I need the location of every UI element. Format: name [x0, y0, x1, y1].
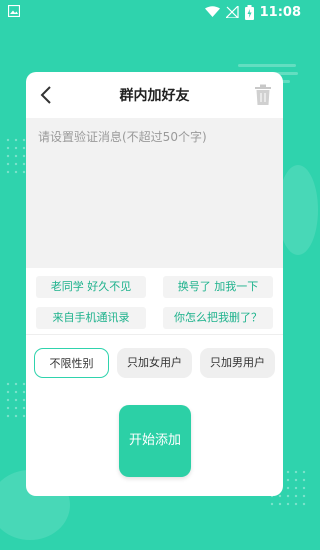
status-time: 11:08	[259, 4, 301, 20]
verification-message-input[interactable]	[26, 118, 283, 268]
quick-message-chip[interactable]: 来自手机通讯录	[36, 307, 146, 329]
dialog-header: 群内加好友	[26, 72, 283, 119]
wifi-icon	[204, 6, 220, 17]
divider	[26, 334, 283, 335]
quick-message-chip[interactable]: 你怎么把我删了？	[163, 307, 273, 329]
no-signal-icon	[225, 6, 239, 18]
add-friends-dialog: 群内加好友 老同学 好久不见 换号了 加我一下 来自手机通讯录 你怎么把我删了？…	[26, 72, 283, 496]
quick-message-chip[interactable]: 换号了 加我一下	[163, 276, 273, 298]
decorative-line	[238, 64, 296, 67]
decorative-bubble	[278, 165, 318, 255]
start-add-button[interactable]: 开始添加	[119, 405, 191, 477]
gender-filter-female[interactable]: 只加女用户	[117, 348, 192, 378]
gallery-notification-icon	[8, 5, 20, 17]
verification-message-area	[26, 118, 283, 268]
battery-charging-icon	[244, 4, 254, 20]
dialog-title: 群内加好友	[119, 88, 190, 104]
trash-icon[interactable]	[253, 84, 273, 106]
gender-filter-male[interactable]: 只加男用户	[200, 348, 275, 378]
gender-filter-any[interactable]: 不限性别	[34, 348, 109, 378]
status-bar: 11:08	[0, 0, 309, 24]
quick-message-chip[interactable]: 老同学 好久不见	[36, 276, 146, 298]
